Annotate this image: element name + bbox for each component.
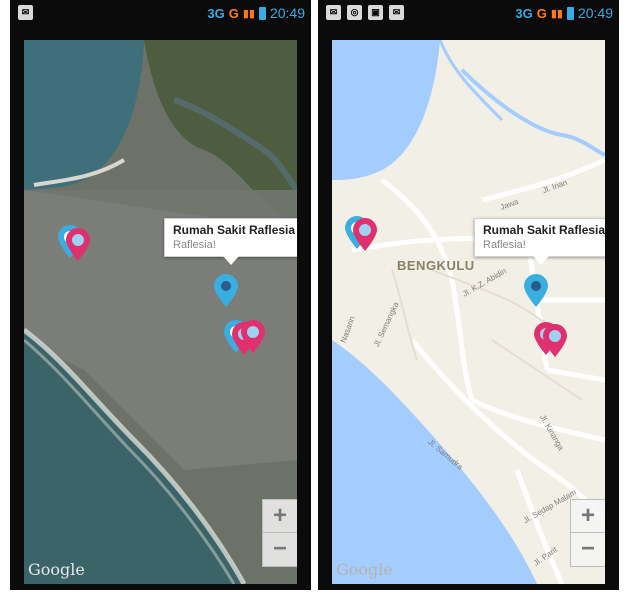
info-window-title: Rumah Sakit Raflesia bbox=[483, 223, 605, 237]
info-window[interactable]: Rumah Sakit Raflesia Raflesia! bbox=[474, 218, 605, 265]
phone-screen-satellite: ✉ 3G G ▮▮ 20:49 Rumah Sakit Raflesia Raf… bbox=[10, 0, 311, 590]
info-window-title: Rumah Sakit Raflesia bbox=[173, 223, 296, 237]
info-window[interactable]: Rumah Sakit Raflesia Raflesia! bbox=[164, 218, 297, 265]
hospital-pin-icon[interactable] bbox=[65, 228, 91, 262]
google-attribution: Google bbox=[28, 560, 85, 579]
message-icon: ✉ bbox=[326, 5, 341, 20]
battery-icon bbox=[566, 6, 574, 20]
city-label: BENGKULU bbox=[397, 258, 475, 273]
hospital-pin-icon[interactable] bbox=[240, 320, 266, 354]
satellite-map[interactable]: Rumah Sakit Raflesia Raflesia! + − Googl… bbox=[24, 40, 297, 584]
info-window-subtitle: Raflesia! bbox=[483, 239, 526, 251]
zoom-controls: + − bbox=[262, 499, 297, 567]
signal-icon: ▮▮ bbox=[550, 7, 563, 20]
phone-screen-roadmap: ✉ ◎ ▣ ✉ 3G G ▮▮ 20:49 Jl. Irian Jawa Jl.… bbox=[318, 0, 619, 590]
status-bar: ✉ 3G G ▮▮ 20:49 bbox=[10, 0, 311, 28]
hospital-pin-icon[interactable] bbox=[352, 218, 378, 252]
user-location-pin-icon[interactable] bbox=[213, 274, 239, 308]
network-3g-label: 3G bbox=[207, 5, 225, 21]
instagram-icon: ◎ bbox=[347, 5, 362, 20]
zoom-out-button[interactable]: − bbox=[263, 533, 297, 565]
user-location-pin-icon[interactable] bbox=[523, 274, 549, 308]
network-g-label: G bbox=[536, 5, 547, 21]
zoom-controls: + − bbox=[570, 499, 605, 567]
zoom-out-button[interactable]: − bbox=[571, 533, 605, 565]
message-icon: ✉ bbox=[18, 5, 33, 20]
zoom-in-button[interactable]: + bbox=[263, 500, 297, 533]
gallery-icon: ▣ bbox=[368, 5, 383, 20]
battery-icon bbox=[258, 6, 266, 20]
network-3g-label: 3G bbox=[515, 5, 533, 21]
zoom-in-button[interactable]: + bbox=[571, 500, 605, 533]
google-attribution: Google bbox=[336, 560, 393, 579]
clock: 20:49 bbox=[577, 5, 613, 21]
info-window-subtitle: Raflesia! bbox=[173, 239, 216, 251]
road-map[interactable]: Jl. Irian Jawa Jl. K.Z. Abidin Jl. Seman… bbox=[332, 40, 605, 584]
satellite-imagery bbox=[24, 40, 297, 584]
message-icon: ✉ bbox=[389, 5, 404, 20]
network-g-label: G bbox=[228, 5, 239, 21]
clock: 20:49 bbox=[269, 5, 305, 21]
signal-icon: ▮▮ bbox=[242, 7, 255, 20]
hospital-pin-icon[interactable] bbox=[542, 324, 568, 358]
status-bar: ✉ ◎ ▣ ✉ 3G G ▮▮ 20:49 bbox=[318, 0, 619, 28]
